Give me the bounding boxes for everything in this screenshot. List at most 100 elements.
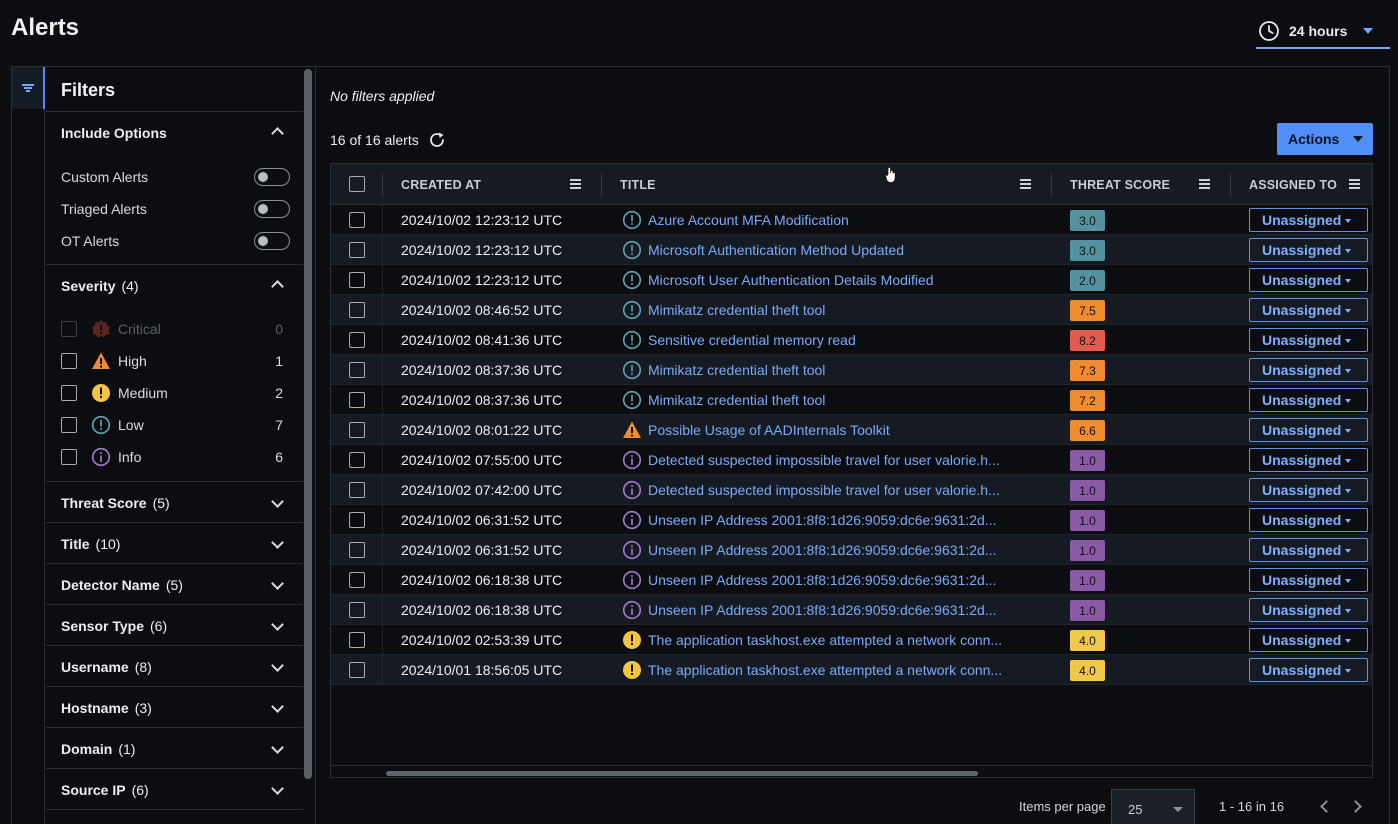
row-checkbox[interactable] <box>349 482 365 498</box>
assign-dropdown[interactable]: Unassigned <box>1249 238 1368 262</box>
severity-info[interactable]: Info 6 <box>61 447 283 467</box>
column-header-assigned-to[interactable]: ASSIGNED TO <box>1249 178 1337 192</box>
filter-group-username[interactable]: Username (8) <box>61 659 152 675</box>
filter-group-hostname[interactable]: Hostname (3) <box>61 700 152 716</box>
chevron-up-icon[interactable] <box>271 127 284 140</box>
table-row[interactable]: 2024/10/02 12:23:12 UTC Microsoft Authent… <box>331 235 1372 265</box>
alert-title-link[interactable]: The application taskhost.exe attempted a… <box>648 632 1002 648</box>
chevron-down-icon[interactable] <box>271 741 284 754</box>
row-checkbox[interactable] <box>349 272 365 288</box>
table-row[interactable]: 2024/10/02 06:18:38 UTC Unseen IP Address… <box>331 595 1372 625</box>
alert-title-link[interactable]: Unseen IP Address 2001:8f8:1d26:9059:dc6… <box>648 572 996 588</box>
assign-dropdown[interactable]: Unassigned <box>1249 598 1368 622</box>
table-row[interactable]: 2024/10/02 12:23:12 UTC Azure Account MFA… <box>331 205 1372 235</box>
assign-dropdown[interactable]: Unassigned <box>1249 568 1368 592</box>
medium-checkbox[interactable] <box>61 385 77 401</box>
info-checkbox[interactable] <box>61 449 77 465</box>
row-checkbox[interactable] <box>349 302 365 318</box>
filter-toggle-button[interactable] <box>12 67 45 109</box>
alert-title-link[interactable]: Mimikatz credential theft tool <box>648 362 825 378</box>
assign-dropdown[interactable]: Unassigned <box>1249 208 1368 232</box>
table-row[interactable]: 2024/10/02 06:31:52 UTC Unseen IP Address… <box>331 535 1372 565</box>
assign-dropdown[interactable]: Unassigned <box>1249 328 1368 352</box>
row-checkbox[interactable] <box>349 332 365 348</box>
column-header-threat-score[interactable]: THREAT SCORE <box>1070 178 1170 192</box>
row-checkbox[interactable] <box>349 662 365 678</box>
alert-title-link[interactable]: Azure Account MFA Modification <box>648 212 849 228</box>
chevron-down-icon[interactable] <box>271 495 284 508</box>
assign-dropdown[interactable]: Unassigned <box>1249 448 1368 472</box>
alert-title-link[interactable]: Microsoft Authentication Method Updated <box>648 242 904 258</box>
alert-title-link[interactable]: Detected suspected impossible travel for… <box>648 482 1000 498</box>
custom-alerts-toggle[interactable] <box>254 168 290 186</box>
table-row[interactable]: 2024/10/01 18:56:05 UTC The application t… <box>331 655 1372 685</box>
filter-group-title[interactable]: Title (10) <box>61 536 120 552</box>
table-row[interactable]: 2024/10/02 08:37:36 UTC Mimikatz credenti… <box>331 355 1372 385</box>
alert-title-link[interactable]: Sensitive credential memory read <box>648 332 856 348</box>
chevron-down-icon[interactable] <box>271 536 284 549</box>
chevron-up-icon[interactable] <box>271 280 284 293</box>
triaged-alerts-toggle[interactable] <box>254 200 290 218</box>
row-checkbox[interactable] <box>349 212 365 228</box>
assign-dropdown[interactable]: Unassigned <box>1249 358 1368 382</box>
assign-dropdown[interactable]: Unassigned <box>1249 538 1368 562</box>
table-row[interactable]: 2024/10/02 08:01:22 UTC Possible Usage of… <box>331 415 1372 445</box>
alert-title-link[interactable]: The application taskhost.exe attempted a… <box>648 662 1002 678</box>
column-menu-icon[interactable] <box>1349 179 1360 189</box>
alert-title-link[interactable]: Unseen IP Address 2001:8f8:1d26:9059:dc6… <box>648 512 996 528</box>
chevron-down-icon[interactable] <box>271 659 284 672</box>
assign-dropdown[interactable]: Unassigned <box>1249 388 1368 412</box>
time-range-selector[interactable]: 24 hours <box>1256 14 1390 49</box>
include-options-header[interactable]: Include Options <box>61 125 167 141</box>
select-all-checkbox[interactable] <box>349 176 365 192</box>
low-checkbox[interactable] <box>61 417 77 433</box>
row-checkbox[interactable] <box>349 542 365 558</box>
filter-group-domain[interactable]: Domain (1) <box>61 741 135 757</box>
alert-title-link[interactable]: Microsoft User Authentication Details Mo… <box>648 272 934 288</box>
row-checkbox[interactable] <box>349 632 365 648</box>
assign-dropdown[interactable]: Unassigned <box>1249 298 1368 322</box>
assign-dropdown[interactable]: Unassigned <box>1249 658 1368 682</box>
chevron-down-icon[interactable] <box>271 782 284 795</box>
table-row[interactable]: 2024/10/02 08:37:36 UTC Mimikatz credenti… <box>331 385 1372 415</box>
refresh-icon[interactable] <box>428 131 446 149</box>
table-row[interactable]: 2024/10/02 06:31:52 UTC Unseen IP Address… <box>331 505 1372 535</box>
filters-scrollbar[interactable] <box>304 69 312 779</box>
row-checkbox[interactable] <box>349 362 365 378</box>
severity-high[interactable]: High 1 <box>61 351 283 371</box>
table-row[interactable]: 2024/10/02 08:41:36 UTC Sensitive credent… <box>331 325 1372 355</box>
row-checkbox[interactable] <box>349 422 365 438</box>
assign-dropdown[interactable]: Unassigned <box>1249 478 1368 502</box>
filter-group-source-ip[interactable]: Source IP (6) <box>61 782 149 798</box>
filter-group-threat-score[interactable]: Threat Score (5) <box>61 495 170 511</box>
column-menu-icon[interactable] <box>1020 179 1031 189</box>
high-checkbox[interactable] <box>61 353 77 369</box>
assign-dropdown[interactable]: Unassigned <box>1249 628 1368 652</box>
row-checkbox[interactable] <box>349 602 365 618</box>
alert-title-link[interactable]: Unseen IP Address 2001:8f8:1d26:9059:dc6… <box>648 542 996 558</box>
table-row[interactable]: 2024/10/02 02:53:39 UTC The application t… <box>331 625 1372 655</box>
row-checkbox[interactable] <box>349 572 365 588</box>
column-header-title[interactable]: TITLE <box>620 178 656 192</box>
filter-group-sensor-type[interactable]: Sensor Type (6) <box>61 618 167 634</box>
severity-medium[interactable]: Medium 2 <box>61 383 283 403</box>
table-row[interactable]: 2024/10/02 07:55:00 UTC Detected suspecte… <box>331 445 1372 475</box>
ot-alerts-toggle[interactable] <box>254 232 290 250</box>
alert-title-link[interactable]: Possible Usage of AADInternals Toolkit <box>648 422 890 438</box>
column-menu-icon[interactable] <box>1199 179 1210 189</box>
items-per-page-select[interactable]: 25 <box>1111 789 1195 824</box>
row-checkbox[interactable] <box>349 452 365 468</box>
chevron-down-icon[interactable] <box>271 618 284 631</box>
row-checkbox[interactable] <box>349 392 365 408</box>
chevron-down-icon[interactable] <box>271 700 284 713</box>
table-row[interactable]: 2024/10/02 06:18:38 UTC Unseen IP Address… <box>331 565 1372 595</box>
assign-dropdown[interactable]: Unassigned <box>1249 508 1368 532</box>
table-row[interactable]: 2024/10/02 08:46:52 UTC Mimikatz credenti… <box>331 295 1372 325</box>
table-row[interactable]: 2024/10/02 12:23:12 UTC Microsoft User Au… <box>331 265 1372 295</box>
horizontal-scrollbar[interactable] <box>386 771 978 776</box>
filter-group-detector-name[interactable]: Detector Name (5) <box>61 577 183 593</box>
severity-header[interactable]: Severity (4) <box>61 278 139 294</box>
row-checkbox[interactable] <box>349 512 365 528</box>
severity-low[interactable]: Low 7 <box>61 415 283 435</box>
alert-title-link[interactable]: Mimikatz credential theft tool <box>648 392 825 408</box>
